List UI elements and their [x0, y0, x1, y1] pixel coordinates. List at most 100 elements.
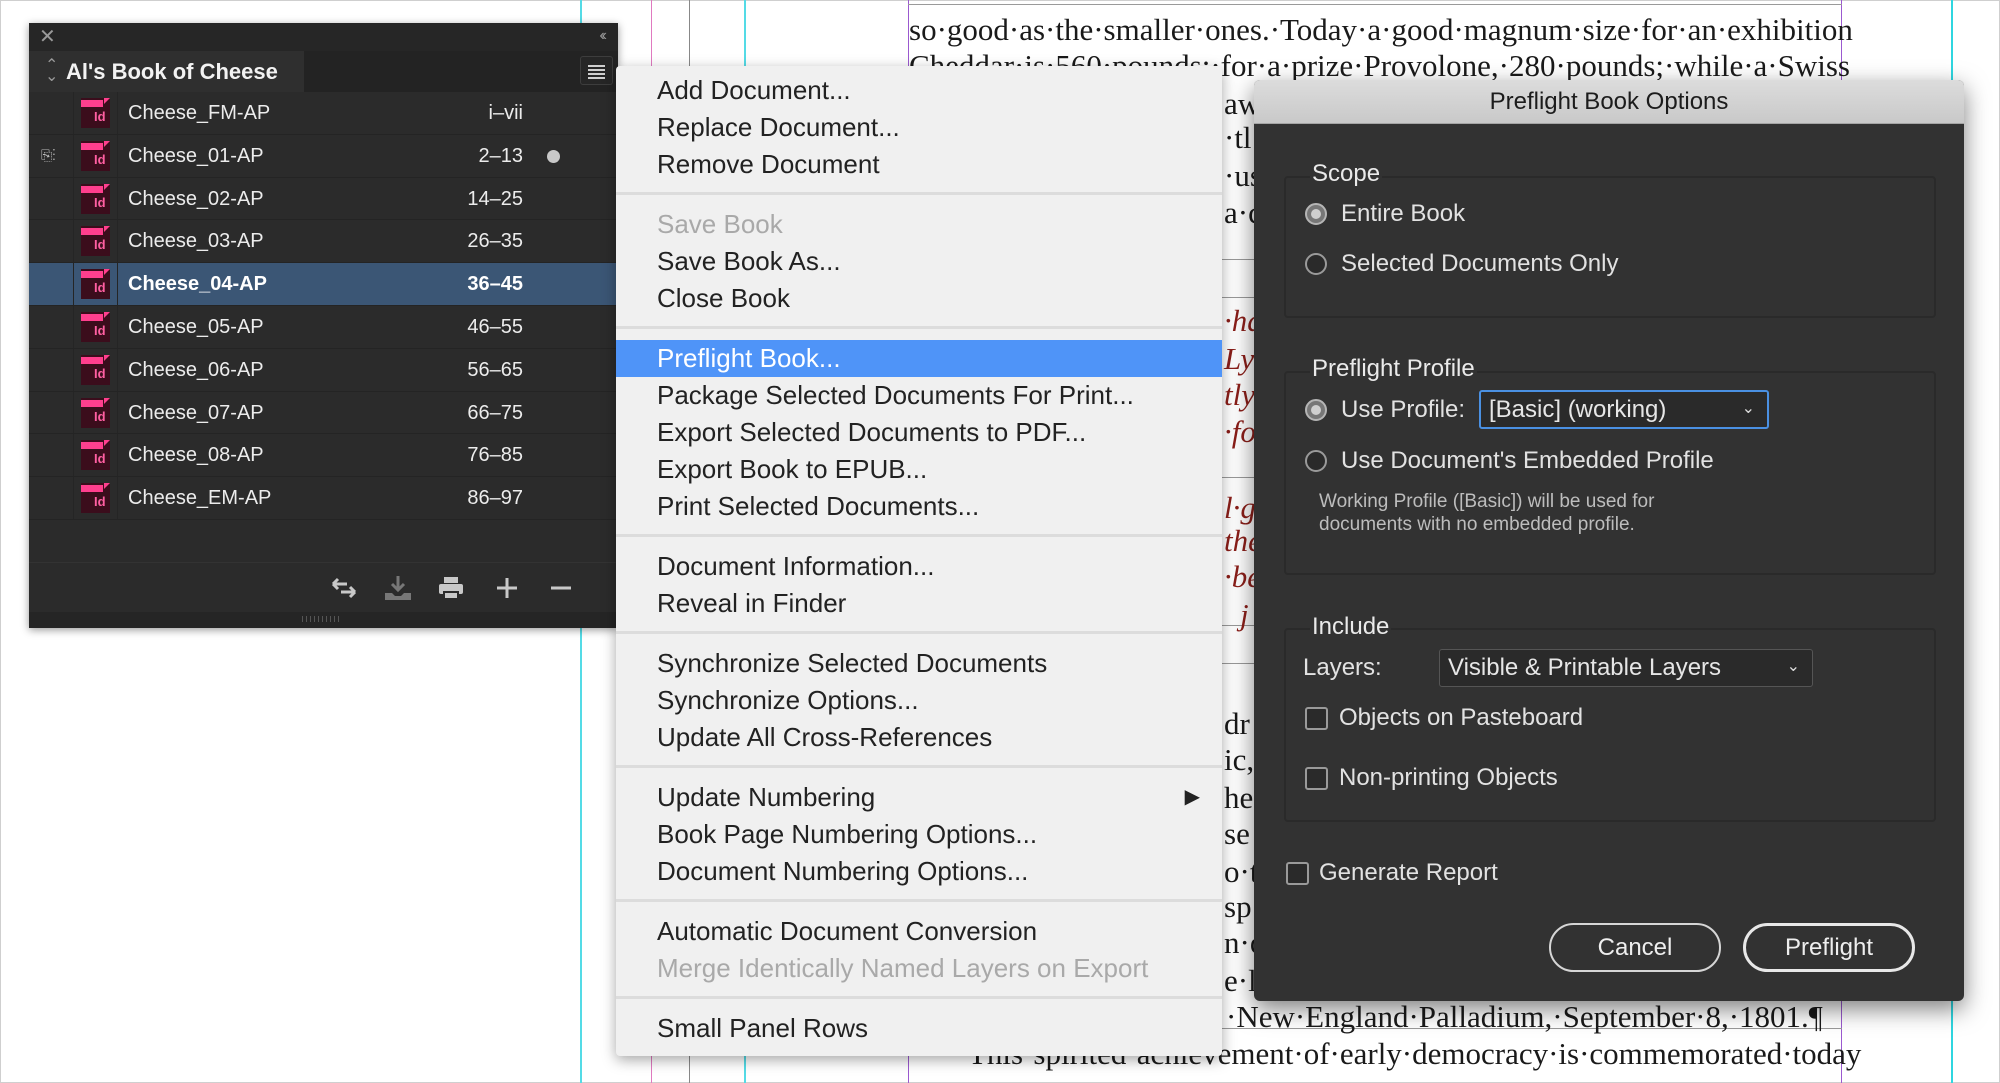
generate-report-checkbox[interactable] — [1286, 862, 1309, 885]
include-legend: Include — [1310, 613, 1392, 641]
preflight-button[interactable]: Preflight — [1743, 923, 1915, 972]
close-icon[interactable]: ✕ — [39, 27, 56, 47]
indesign-document-icon: Id — [81, 312, 110, 342]
indesign-document-icon: Id — [81, 183, 110, 214]
selected-documents-label[interactable]: Selected Documents Only — [1341, 250, 1618, 278]
panel-resize-bar[interactable] — [29, 612, 618, 628]
document-row[interactable]: Id Cheese_03-AP 26–35 — [29, 220, 618, 264]
document-row[interactable]: Id Cheese_04-AP 36–45 — [29, 263, 618, 306]
document-row[interactable]: Id Cheese_FM-AP i–vii — [29, 92, 618, 135]
embedded-profile-label[interactable]: Use Document's Embedded Profile — [1341, 447, 1714, 475]
menu-item-label: Package Selected Documents For Print... — [657, 380, 1134, 410]
panel-footer — [29, 562, 618, 613]
menu-item-save-book-as[interactable]: Save Book As... — [616, 243, 1222, 280]
document-name: Cheese_08-AP — [128, 444, 264, 467]
menu-item-package-selected-documents-for-print[interactable]: Package Selected Documents For Print... — [616, 377, 1222, 414]
remove-document-icon[interactable] — [546, 573, 576, 603]
scope-legend: Scope — [1310, 160, 1383, 188]
tab-book[interactable]: ⌃ ⌄ Al's Book of Cheese — [29, 51, 304, 92]
menu-item-label: Document Information... — [657, 551, 935, 581]
menu-item-book-page-numbering-options[interactable]: Book Page Numbering Options... — [616, 816, 1222, 853]
layers-select-value: Visible & Printable Layers — [1448, 654, 1722, 681]
document-row[interactable]: Id Cheese_06-AP 56–65 — [29, 348, 618, 392]
menu-item-document-numbering-options[interactable]: Document Numbering Options... — [616, 853, 1222, 890]
menu-item-label: Synchronize Selected Documents — [657, 648, 1048, 678]
menu-item-save-book: Save Book — [616, 206, 1222, 243]
double-chevron-left-icon[interactable]: ‹‹ — [599, 27, 606, 45]
panel-tab-row: ⌃ ⌄ Al's Book of Cheese — [29, 51, 618, 92]
menu-item-label: Merge Identically Named Layers on Export — [657, 953, 1149, 983]
text-fragment: j — [1240, 597, 1249, 632]
menu-item-print-selected-documents[interactable]: Print Selected Documents... — [616, 488, 1222, 525]
body-text-line: so·good·as·the·smaller·ones.·Today·a·goo… — [909, 12, 1853, 47]
menu-separator — [616, 622, 1222, 645]
objects-on-pasteboard-label[interactable]: Objects on Pasteboard — [1339, 704, 1583, 732]
menu-item-export-selected-documents-to-pdf[interactable]: Export Selected Documents to PDF... — [616, 414, 1222, 451]
preflight-book-options-dialog: Preflight Book Options Scope Entire Book… — [1254, 80, 1964, 1001]
document-name: Cheese_02-AP — [128, 187, 264, 210]
menu-item-update-numbering[interactable]: Update Numbering ▶ — [616, 779, 1222, 816]
menu-item-small-panel-rows[interactable]: Small Panel Rows — [616, 1010, 1222, 1047]
entire-book-radio[interactable] — [1305, 203, 1327, 225]
resize-grip-icon[interactable] — [302, 616, 340, 622]
save-book-icon[interactable] — [383, 573, 413, 603]
document-pages: 36–45 — [467, 273, 523, 296]
menu-item-label: Close Book — [657, 283, 790, 313]
document-row[interactable]: ⎘⋮ Id Cheese_01-AP 2–13 — [29, 134, 618, 178]
generate-report-label[interactable]: Generate Report — [1319, 859, 1498, 887]
body-text-line: ·New·England·Palladium,·September·8,·180… — [1226, 999, 1823, 1034]
sync-status-cell — [29, 220, 74, 263]
document-row[interactable]: Id Cheese_EM-AP 86–97 — [29, 477, 618, 520]
hamburger-icon — [588, 65, 605, 67]
menu-item-synchronize-options[interactable]: Synchronize Options... — [616, 682, 1222, 719]
document-pages: 2–13 — [478, 144, 524, 167]
profile-note-line: documents with no embedded profile. — [1319, 514, 1635, 535]
objects-on-pasteboard-checkbox[interactable] — [1305, 707, 1328, 730]
document-row[interactable]: Id Cheese_07-AP 66–75 — [29, 391, 618, 435]
menu-item-add-document[interactable]: Add Document... — [616, 72, 1222, 109]
menu-item-label: Update Numbering — [657, 782, 876, 812]
menu-item-label: Book Page Numbering Options... — [657, 819, 1038, 849]
text-fragment: Ly — [1224, 341, 1255, 376]
menu-item-label: Automatic Document Conversion — [657, 916, 1038, 946]
menu-item-update-all-cross-references[interactable]: Update All Cross-References — [616, 719, 1222, 756]
use-profile-label[interactable]: Use Profile: — [1341, 396, 1465, 424]
panel-menu-button[interactable] — [580, 56, 613, 85]
menu-item-preflight-book[interactable]: Preflight Book... — [616, 340, 1222, 377]
layers-label: Layers: — [1303, 654, 1382, 681]
document-pages: 76–85 — [467, 444, 523, 467]
layers-select[interactable]: Visible & Printable Layers ⌄ — [1439, 649, 1813, 687]
menu-item-close-book[interactable]: Close Book — [616, 280, 1222, 317]
menu-item-remove-document[interactable]: Remove Document — [616, 146, 1222, 183]
indesign-document-icon: Id — [81, 440, 110, 471]
panel-titlebar[interactable]: ✕ ‹‹ — [29, 23, 618, 51]
add-document-icon[interactable] — [492, 573, 522, 603]
use-profile-radio[interactable] — [1305, 399, 1327, 421]
document-row[interactable]: Id Cheese_05-AP 46–55 — [29, 306, 618, 349]
menu-item-export-book-to-epub[interactable]: Export Book to EPUB... — [616, 451, 1222, 488]
menu-item-automatic-document-conversion[interactable]: Automatic Document Conversion — [616, 913, 1222, 950]
print-icon[interactable] — [436, 573, 466, 603]
cancel-button[interactable]: Cancel — [1549, 923, 1721, 972]
selected-documents-radio[interactable] — [1305, 253, 1327, 275]
document-row[interactable]: Id Cheese_08-AP 76–85 — [29, 434, 618, 478]
document-name: Cheese_04-AP — [128, 273, 267, 296]
profile-select[interactable]: [Basic] (working) ⌄ — [1479, 390, 1769, 429]
text-fragment: ·fo — [1224, 414, 1256, 449]
menu-item-replace-document[interactable]: Replace Document... — [616, 109, 1222, 146]
menu-item-label: Reveal in Finder — [657, 588, 847, 618]
menu-item-synchronize-selected-documents[interactable]: Synchronize Selected Documents — [616, 645, 1222, 682]
document-pages: 56–65 — [467, 358, 523, 381]
menu-separator — [616, 756, 1222, 779]
menu-separator — [616, 317, 1222, 340]
menu-item-reveal-in-finder[interactable]: Reveal in Finder — [616, 585, 1222, 622]
menu-item-document-information[interactable]: Document Information... — [616, 548, 1222, 585]
sync-status-cell — [29, 177, 74, 220]
non-printing-objects-checkbox[interactable] — [1305, 767, 1328, 790]
menu-item-label: Update All Cross-References — [657, 722, 993, 752]
non-printing-objects-label[interactable]: Non-printing Objects — [1339, 764, 1558, 792]
entire-book-label[interactable]: Entire Book — [1341, 200, 1465, 228]
document-row[interactable]: Id Cheese_02-AP 14–25 — [29, 177, 618, 221]
embedded-profile-radio[interactable] — [1305, 450, 1327, 472]
synchronize-icon[interactable] — [329, 573, 359, 603]
